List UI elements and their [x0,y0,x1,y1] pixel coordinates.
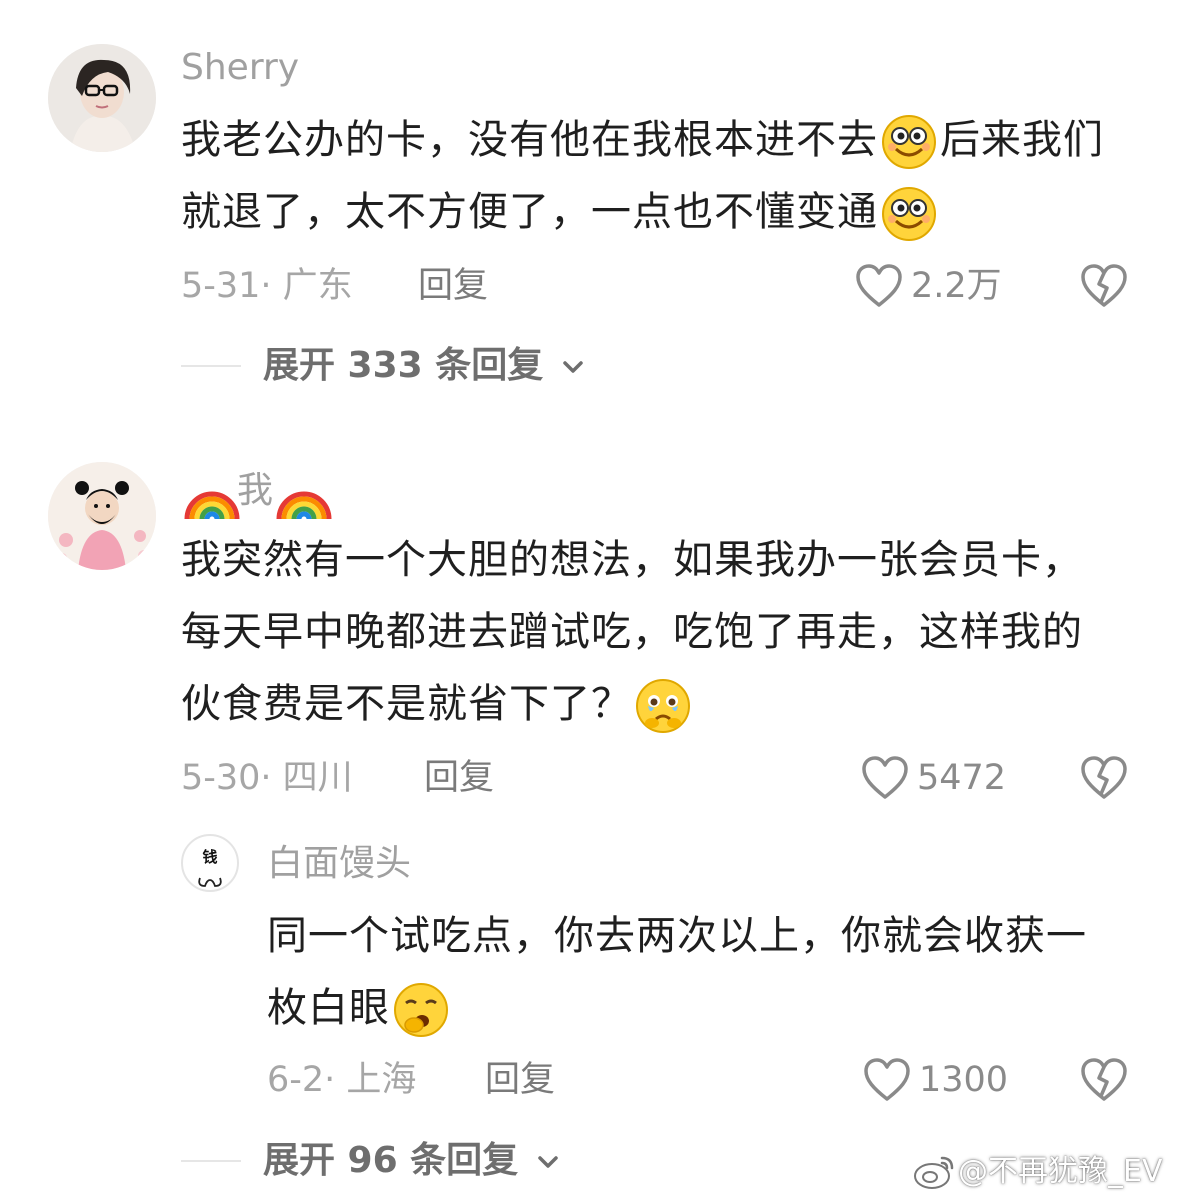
rainbow-emoji-icon [183,468,240,520]
smiling-face-emoji-icon [880,185,938,243]
comment-text: 我突然有一个大胆的想法，如果我办一张会员卡，每天早中晚都进去蹭试吃，吃饱了再走，… [181,524,1111,740]
smiling-face-emoji-icon [880,113,938,171]
reply-avatar[interactable]: 钱 [181,834,239,892]
dislike-button[interactable] [1080,264,1128,308]
broken-heart-icon [1081,1058,1127,1101]
rainbow-emoji-icon [275,468,332,520]
comment-text-part: 我突然有一个大胆的想法，如果我办一张会员卡，每天早中晚都进去蹭试吃，吃饱了再走，… [181,537,1083,727]
like-button[interactable] [861,756,909,800]
comment-text-part: 我老公办的卡，没有他在我根本进不去 [181,117,878,163]
reply-text: 同一个试吃点，你去两次以上，你就会收获一枚白眼 [267,900,1127,1044]
comment-username[interactable]: 我 [181,468,332,520]
expand-replies-label: 展开 96 条回复 [263,1140,519,1181]
expand-replies-button[interactable]: 展开 96 条回复 [263,1139,561,1183]
comment-username[interactable]: Sherry [181,46,299,90]
divider [181,365,241,367]
like-button[interactable] [863,1058,911,1102]
avatar-image [48,462,156,570]
dislike-button[interactable] [1080,1058,1128,1102]
heart-icon [856,264,902,307]
broken-heart-icon [1081,756,1127,799]
comment-date-location: 5-30· 四川 [181,758,353,798]
comment-text: 我老公办的卡，没有他在我根本进不去 后来我们就退了，太不方便了，一点也不懂变通 [181,104,1141,248]
weibo-logo-icon [912,1152,956,1194]
chevron-down-icon [563,361,583,373]
avatar-image [48,44,156,152]
divider [181,1160,241,1162]
expand-replies-label: 展开 333 条回复 [263,345,544,386]
like-count: 1300 [919,1060,1009,1100]
avatar[interactable] [48,462,156,570]
avatar[interactable] [48,44,156,152]
broken-heart-icon [1081,264,1127,307]
reply-button[interactable]: 回复 [424,756,494,800]
watermark-text: @不再犹豫_EV [958,1154,1163,1189]
like-button[interactable] [855,264,903,308]
like-count: 2.2万 [911,266,1002,306]
reply-button[interactable]: 回复 [485,1058,555,1102]
heart-icon [862,756,908,799]
reply-username[interactable]: 白面馒头 [267,842,411,886]
like-count: 5472 [917,758,1007,798]
reply-text-part: 同一个试吃点，你去两次以上，你就会收获一枚白眼 [267,913,1087,1031]
comment-date-location: 5-31· 广东 [181,266,353,306]
expand-replies-button[interactable]: 展开 333 条回复 [263,344,586,388]
heart-icon [864,1058,910,1101]
comment-username-text: 我 [237,470,274,511]
dislike-button[interactable] [1080,756,1128,800]
reply-date-location: 6-2· 上海 [267,1060,417,1100]
avatar-doodle [198,877,222,887]
chevron-down-icon [537,1156,558,1168]
holding-back-tears-emoji-icon [634,677,692,735]
reply-button[interactable]: 回复 [418,264,488,308]
yawning-face-emoji-icon [392,981,450,1039]
